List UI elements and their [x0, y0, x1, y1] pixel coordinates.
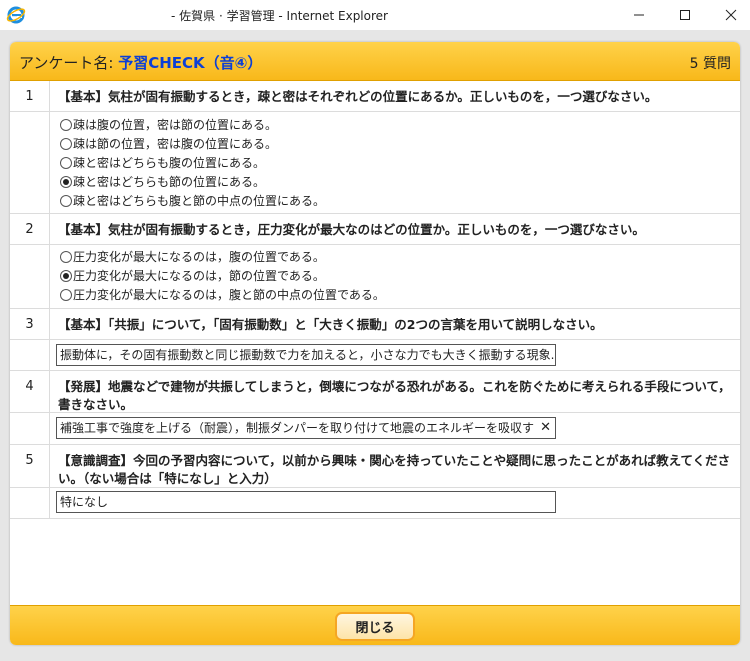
maximize-icon: [680, 10, 690, 20]
option[interactable]: 疎は節の位置，密は腹の位置にある。: [60, 135, 277, 153]
option-label: 疎と密はどちらも腹と節の中点の位置にある。: [73, 194, 326, 208]
radio-button-selected[interactable]: [60, 176, 72, 188]
answer-input[interactable]: 補強工事で強度を上げる（耐震），制振ダンパーを取り付けて地震のエネルギーを吸収す…: [56, 417, 556, 439]
question-text: 【基本】「共振」について，「固有振動数」と「大きく振動」の2つの言葉を用いて説明…: [58, 317, 603, 332]
radio-button[interactable]: [60, 251, 72, 263]
minimize-button[interactable]: [616, 0, 662, 30]
answer-number-cell: [10, 245, 50, 308]
answer-input[interactable]: 振動体に，その固有振動数と同じ振動数で力を加えると，小さな力でも大きく振動する現…: [56, 344, 556, 366]
question-text: 【発展】地震などで建物が共振してしまうと，倒壊につながる恐れがある。これを防ぐた…: [58, 379, 731, 412]
answer-text: 補強工事で強度を上げる（耐震），制振ダンパーを取り付けて地震のエネルギーを吸収す: [60, 421, 535, 435]
answer-text: 振動体に，その固有振動数と同じ振動数で力を加えると，小さな力でも大きく振動する現…: [60, 348, 555, 362]
window-titlebar: - 佐賀県 · 学習管理 - Internet Explorer: [0, 0, 750, 30]
answer-row: 振動体に，その固有振動数と同じ振動数で力を加えると，小さな力でも大きく振動する現…: [10, 340, 740, 371]
question-count: 5 質問: [689, 56, 731, 72]
option-label: 疎と密はどちらも腹の位置にある。: [73, 156, 266, 170]
option-label: 疎は腹の位置，密は節の位置にある。: [73, 118, 278, 132]
option[interactable]: 圧力変化が最大になるのは，腹の位置である。: [60, 248, 325, 266]
option-label: 圧力変化が最大になるのは，節の位置である。: [73, 269, 325, 283]
dialog-header: アンケート名: 予習CHECK（音④） 5 質問: [10, 42, 740, 81]
radio-button[interactable]: [60, 119, 72, 131]
option[interactable]: 疎は腹の位置，密は節の位置にある。: [60, 116, 277, 134]
answer-number-cell: [10, 413, 50, 444]
radio-button[interactable]: [60, 195, 72, 207]
option[interactable]: 疎と密はどちらも腹の位置にある。: [60, 154, 265, 172]
answer-number-cell: [10, 340, 50, 370]
question-row: 5 【意識調査】今回の予習内容について，以前から興味・関心を持っていたことや疑問…: [10, 445, 740, 488]
question-row: 1 【基本】気柱が固有振動するとき，疎と密はそれぞれどの位置にあるか。正しいもの…: [10, 81, 740, 112]
survey-title: アンケート名: 予習CHECK（音④）: [19, 52, 262, 73]
question-number: 1: [10, 81, 50, 111]
window-title: - 佐賀県 · 学習管理 - Internet Explorer: [171, 9, 388, 23]
dialog-footer: 閉じる: [10, 605, 740, 645]
answer-row: 圧力変化が最大になるのは，腹の位置である。 圧力変化が最大になるのは，節の位置で…: [10, 245, 740, 309]
option[interactable]: 疎と密はどちらも節の位置にある。: [60, 173, 265, 191]
question-row: 2 【基本】気柱が固有振動するとき，圧力変化が最大なのはどの位置か。正しいものを…: [10, 214, 740, 245]
option-label: 圧力変化が最大になるのは，腹の位置である。: [73, 250, 325, 264]
answer-row: 特になし: [10, 488, 740, 519]
survey-name: 予習CHECK（音④）: [118, 54, 263, 72]
option-label: 疎と密はどちらも節の位置にある。: [73, 175, 266, 189]
answer-text: 特になし: [60, 495, 109, 509]
option[interactable]: 圧力変化が最大になるのは，腹と節の中点の位置である。: [60, 286, 385, 304]
clear-input-icon[interactable]: ✕: [540, 418, 551, 438]
option-label: 疎は節の位置，密は腹の位置にある。: [73, 137, 278, 151]
answer-row: 疎は腹の位置，密は節の位置にある。 疎は節の位置，密は腹の位置にある。 疎と密は…: [10, 112, 740, 214]
question-number: 5: [10, 445, 50, 487]
answer-row: 補強工事で強度を上げる（耐震），制振ダンパーを取り付けて地震のエネルギーを吸収す…: [10, 413, 740, 445]
radio-button-selected[interactable]: [60, 270, 72, 282]
radio-button[interactable]: [60, 157, 72, 169]
question-number: 4: [10, 371, 50, 412]
close-window-button[interactable]: [708, 0, 750, 30]
question-text: 【基本】気柱が固有振動するとき，圧力変化が最大なのはどの位置か。正しいものを，一…: [58, 222, 645, 237]
survey-label: アンケート名:: [19, 54, 119, 72]
maximize-button[interactable]: [662, 0, 708, 30]
internet-explorer-icon: [6, 6, 26, 24]
answer-number-cell: [10, 488, 50, 518]
question-row: 4 【発展】地震などで建物が共振してしまうと，倒壊につながる恐れがある。これを防…: [10, 371, 740, 413]
question-number: 3: [10, 309, 50, 339]
answer-number-cell: [10, 112, 50, 213]
close-icon: [725, 9, 737, 21]
question-row: 3 【基本】「共振」について，「固有振動数」と「大きく振動」の2つの言葉を用いて…: [10, 309, 740, 340]
radio-button[interactable]: [60, 138, 72, 150]
questions-table: 1 【基本】気柱が固有振動するとき，疎と密はそれぞれどの位置にあるか。正しいもの…: [10, 81, 740, 605]
option[interactable]: 圧力変化が最大になるのは，節の位置である。: [60, 267, 325, 285]
question-text: 【意識調査】今回の予習内容について，以前から興味・関心を持っていたことや疑問に思…: [58, 453, 731, 486]
survey-dialog: アンケート名: 予習CHECK（音④） 5 質問 1 【基本】気柱が固有振動する…: [10, 42, 740, 645]
question-number: 2: [10, 214, 50, 244]
close-button[interactable]: 閉じる: [335, 612, 415, 641]
question-text: 【基本】気柱が固有振動するとき，疎と密はそれぞれどの位置にあるか。正しいものを，…: [58, 89, 658, 104]
option[interactable]: 疎と密はどちらも腹と節の中点の位置にある。: [60, 192, 325, 210]
answer-input[interactable]: 特になし: [56, 491, 556, 513]
radio-button[interactable]: [60, 289, 72, 301]
option-label: 圧力変化が最大になるのは，腹と節の中点の位置である。: [73, 288, 385, 302]
minimize-icon: [634, 14, 644, 16]
